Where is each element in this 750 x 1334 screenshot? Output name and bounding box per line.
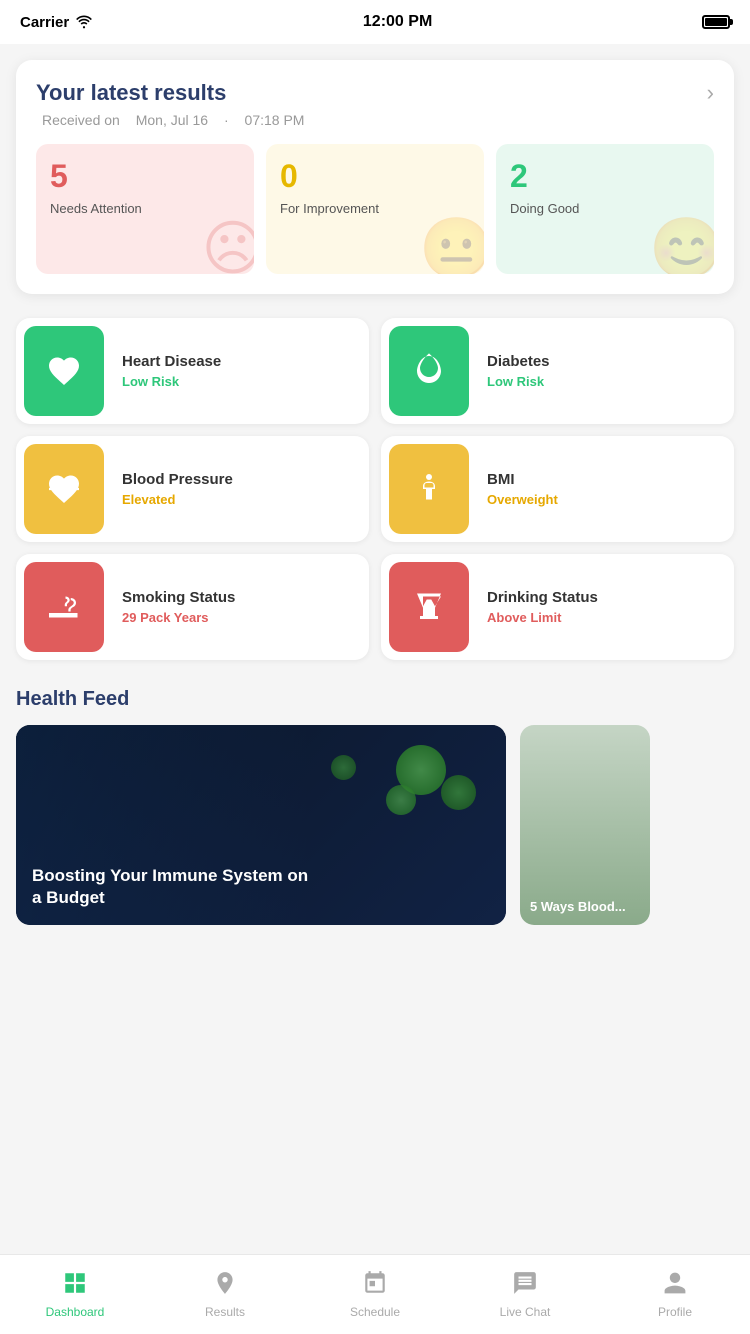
- dashboard-icon-wrapper: [62, 1270, 88, 1301]
- nav-dashboard[interactable]: Dashboard: [0, 1260, 150, 1329]
- profile-icon: [662, 1270, 688, 1296]
- bmi-icon: [389, 444, 469, 534]
- profile-icon-wrapper: [662, 1270, 688, 1301]
- schedule-icon-wrapper: [362, 1270, 388, 1301]
- status-time: 12:00 PM: [363, 13, 432, 31]
- chat-icon-wrapper: [512, 1270, 538, 1301]
- health-cards-grid: Heart Disease Low Risk Diabetes Low Risk…: [16, 318, 734, 660]
- diabetes-name: Diabetes: [487, 353, 550, 370]
- blood-pressure-card[interactable]: Blood Pressure Elevated: [16, 436, 369, 542]
- schedule-icon: [362, 1270, 388, 1296]
- smoking-name: Smoking Status: [122, 589, 235, 606]
- wifi-icon: [75, 15, 93, 29]
- face-icon-red: ☹: [201, 214, 254, 274]
- date-separator: ·: [224, 112, 229, 128]
- battery-icon: [702, 15, 730, 29]
- nav-results[interactable]: Results: [150, 1260, 300, 1329]
- diabetes-card[interactable]: Diabetes Low Risk: [381, 318, 734, 424]
- bmi-status: Overweight: [487, 492, 558, 507]
- chat-icon: [512, 1270, 538, 1296]
- drink-icon: [411, 589, 447, 625]
- date-value: Mon, Jul 16: [136, 112, 208, 128]
- date-prefix: Received on: [42, 112, 120, 128]
- results-chevron[interactable]: ›: [707, 80, 714, 106]
- results-date: Received on Mon, Jul 16 · 07:18 PM: [36, 112, 714, 128]
- carrier-name: Carrier: [20, 14, 69, 31]
- nav-livechat[interactable]: Live Chat: [450, 1260, 600, 1329]
- nav-results-label: Results: [205, 1305, 245, 1319]
- heart-disease-icon: [24, 326, 104, 416]
- blood-pressure-text: Blood Pressure Elevated: [112, 463, 243, 515]
- drinking-status: Above Limit: [487, 610, 598, 625]
- heart-disease-status: Low Risk: [122, 374, 221, 389]
- bmi-card[interactable]: BMI Overweight: [381, 436, 734, 542]
- drop-icon: [411, 353, 447, 389]
- dashboard-icon: [62, 1270, 88, 1296]
- drinking-card[interactable]: Drinking Status Above Limit: [381, 554, 734, 660]
- blood-pressure-icon: [24, 444, 104, 534]
- result-number-yellow: 0: [280, 158, 470, 195]
- feed-card-immune-title: Boosting Your Immune System on a Budget: [32, 865, 312, 909]
- feed-card-blood[interactable]: 5 Ways Blood...: [520, 725, 650, 925]
- smoking-card[interactable]: Smoking Status 29 Pack Years: [16, 554, 369, 660]
- status-bar: Carrier 12:00 PM: [0, 0, 750, 44]
- result-for-improvement[interactable]: 0 For Improvement 😐: [266, 144, 484, 274]
- results-card[interactable]: Your latest results › Received on Mon, J…: [16, 60, 734, 294]
- smoking-text: Smoking Status 29 Pack Years: [112, 581, 245, 633]
- face-icon-green: 😊: [649, 213, 714, 274]
- result-number-red: 5: [50, 158, 240, 195]
- heart-icon: [46, 353, 82, 389]
- results-icon-wrapper: [212, 1270, 238, 1301]
- nav-dashboard-label: Dashboard: [46, 1305, 105, 1319]
- drinking-name: Drinking Status: [487, 589, 598, 606]
- nav-schedule[interactable]: Schedule: [300, 1260, 450, 1329]
- health-feed-scroll[interactable]: Boosting Your Immune System on a Budget …: [16, 725, 734, 925]
- nav-profile[interactable]: Profile: [600, 1260, 750, 1329]
- blood-pressure-status: Elevated: [122, 492, 233, 507]
- main-content: Your latest results › Received on Mon, J…: [0, 44, 750, 1005]
- diabetes-text: Diabetes Low Risk: [477, 345, 560, 397]
- smoking-status: 29 Pack Years: [122, 610, 235, 625]
- battery-indicator: [702, 15, 730, 29]
- person-icon: [411, 471, 447, 507]
- heartbeat-icon: [46, 471, 82, 507]
- bottom-nav: Dashboard Results Schedule Live Chat: [0, 1254, 750, 1334]
- smoke-icon: [46, 589, 82, 625]
- drinking-icon: [389, 562, 469, 652]
- nav-livechat-label: Live Chat: [500, 1305, 551, 1319]
- nav-schedule-label: Schedule: [350, 1305, 400, 1319]
- heart-disease-name: Heart Disease: [122, 353, 221, 370]
- health-feed-title: Health Feed: [16, 688, 734, 711]
- time-value: 07:18 PM: [245, 112, 305, 128]
- diabetes-icon: [389, 326, 469, 416]
- nav-profile-label: Profile: [658, 1305, 692, 1319]
- bmi-text: BMI Overweight: [477, 463, 568, 515]
- result-needs-attention[interactable]: 5 Needs Attention ☹: [36, 144, 254, 274]
- smoking-icon: [24, 562, 104, 652]
- result-number-green: 2: [510, 158, 700, 195]
- results-grid: 5 Needs Attention ☹ 0 For Improvement 😐 …: [36, 144, 714, 274]
- face-icon-yellow: 😐: [419, 213, 484, 274]
- feed-card-blood-title: 5 Ways Blood...: [530, 899, 626, 915]
- diabetes-status: Low Risk: [487, 374, 550, 389]
- heart-disease-card[interactable]: Heart Disease Low Risk: [16, 318, 369, 424]
- results-title: Your latest results: [36, 80, 226, 106]
- results-icon: [212, 1270, 238, 1296]
- results-header: Your latest results ›: [36, 80, 714, 106]
- drinking-text: Drinking Status Above Limit: [477, 581, 608, 633]
- carrier-info: Carrier: [20, 14, 93, 31]
- blood-pressure-name: Blood Pressure: [122, 471, 233, 488]
- heart-disease-text: Heart Disease Low Risk: [112, 345, 231, 397]
- bmi-name: BMI: [487, 471, 558, 488]
- result-doing-good[interactable]: 2 Doing Good 😊: [496, 144, 714, 274]
- feed-card-immune[interactable]: Boosting Your Immune System on a Budget: [16, 725, 506, 925]
